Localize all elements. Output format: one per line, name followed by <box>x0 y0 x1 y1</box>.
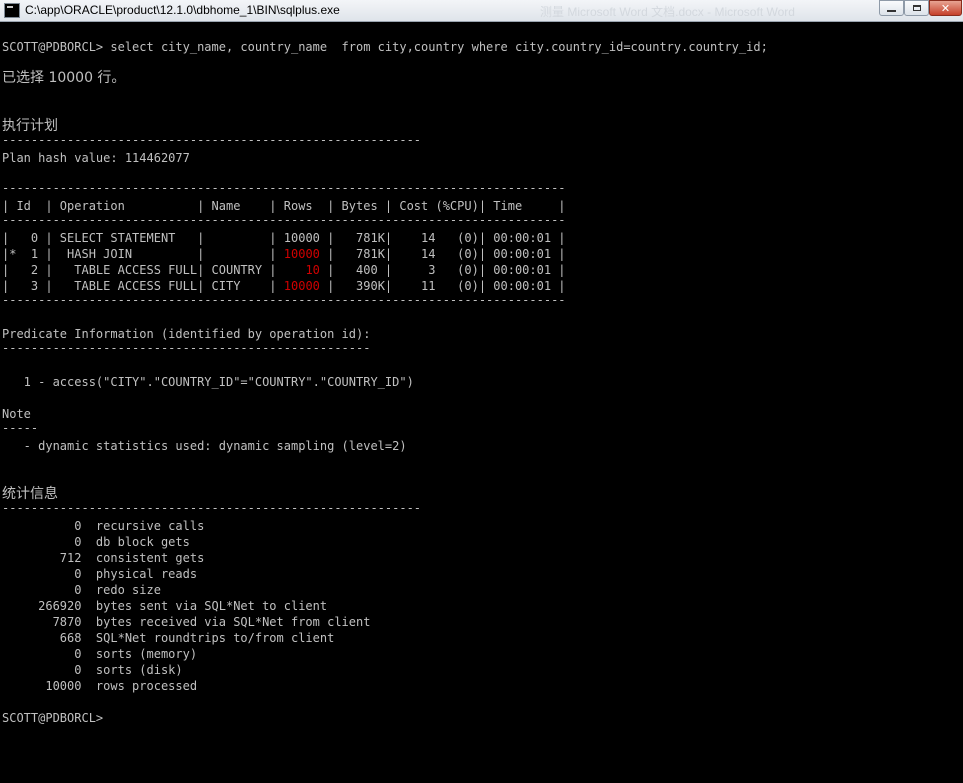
statistics-heading-rule: ----------------------------------------… <box>2 501 422 515</box>
maximize-button[interactable] <box>904 0 929 16</box>
predicate-heading-rule: ----------------------------------------… <box>2 341 371 355</box>
stat-line: 0 sorts (memory) <box>2 647 198 661</box>
plan-row-rows: 10000 <box>283 231 320 245</box>
plan-row: |* 1 | HASH JOIN | | 10000 | 781K| 14 (0… <box>2 246 566 262</box>
stat-line: 7870 bytes received via SQL*Net from cli… <box>2 615 371 629</box>
plan-row-rows-highlight: 10000 <box>283 279 320 293</box>
plan-row-prefix: | 3 | TABLE ACCESS FULL| CITY | <box>2 279 284 293</box>
stat-line: 0 redo size <box>2 583 161 597</box>
close-button[interactable]: ✕ <box>929 0 962 16</box>
plan-row-suffix: | 400 | 3 (0)| 00:00:01 | <box>319 263 566 277</box>
stat-line: 0 physical reads <box>2 567 198 581</box>
predicate-access-line: 1 - access("CITY"."COUNTRY_ID"="COUNTRY"… <box>2 375 414 389</box>
stat-line: 712 consistent gets <box>2 551 205 565</box>
plan-row-suffix: | 781K| 14 (0)| 00:00:01 | <box>319 231 566 245</box>
note-line: - dynamic statistics used: dynamic sampl… <box>2 439 407 453</box>
plan-row-prefix: | 0 | SELECT STATEMENT | | <box>2 231 284 245</box>
stat-line: 10000 rows processed <box>2 679 198 693</box>
console-output[interactable]: SCOTT@PDBORCL> select city_name, country… <box>0 22 963 783</box>
plan-row-suffix: | 390K| 11 (0)| 00:00:01 | <box>319 279 566 293</box>
plan-row: | 0 | SELECT STATEMENT | | 10000 | 781K|… <box>2 230 566 246</box>
plan-table-header-rule: ----------------------------------------… <box>2 213 566 227</box>
minimize-button[interactable] <box>879 0 904 16</box>
plan-row-suffix: | 781K| 14 (0)| 00:00:01 | <box>319 247 566 261</box>
minimize-icon <box>887 9 896 12</box>
rows-selected-message: 已选择 10000 行。 <box>2 70 126 86</box>
note-heading-rule: ----- <box>2 421 39 435</box>
plan-row-rows-highlight: 10 <box>283 263 320 277</box>
plan-row-prefix: | 2 | TABLE ACCESS FULL| COUNTRY | <box>2 263 284 277</box>
sql-command-line: SCOTT@PDBORCL> select city_name, country… <box>2 40 768 54</box>
title-bar[interactable]: C:\app\ORACLE\product\12.1.0\dbhome_1\BI… <box>0 0 963 22</box>
close-icon: ✕ <box>940 1 951 15</box>
plan-row-rows-highlight: 10000 <box>283 247 320 261</box>
final-prompt[interactable]: SCOTT@PDBORCL> <box>2 710 103 726</box>
stat-line: 0 recursive calls <box>2 519 205 533</box>
stat-line: 266920 bytes sent via SQL*Net to client <box>2 599 328 613</box>
window-title: C:\app\ORACLE\product\12.1.0\dbhome_1\BI… <box>25 3 340 17</box>
plan-table-bottom-rule: ----------------------------------------… <box>2 293 566 307</box>
plan-row-prefix: |* 1 | HASH JOIN | | <box>2 247 284 261</box>
plan-hash-value: Plan hash value: 114462077 <box>2 151 190 165</box>
stat-line: 668 SQL*Net roundtrips to/from client <box>2 631 335 645</box>
stat-line: 0 sorts (disk) <box>2 663 183 677</box>
background-window-title: 测量 Microsoft Word 文档.docx - Microsoft Wo… <box>540 5 795 19</box>
plan-table-top-rule: ----------------------------------------… <box>2 181 566 195</box>
maximize-icon <box>912 5 921 11</box>
stat-line: 0 db block gets <box>2 535 190 549</box>
plan-heading-rule: ----------------------------------------… <box>2 133 422 147</box>
console-app-icon[interactable] <box>4 3 20 18</box>
plan-row: | 2 | TABLE ACCESS FULL| COUNTRY | 10 | … <box>2 262 566 278</box>
